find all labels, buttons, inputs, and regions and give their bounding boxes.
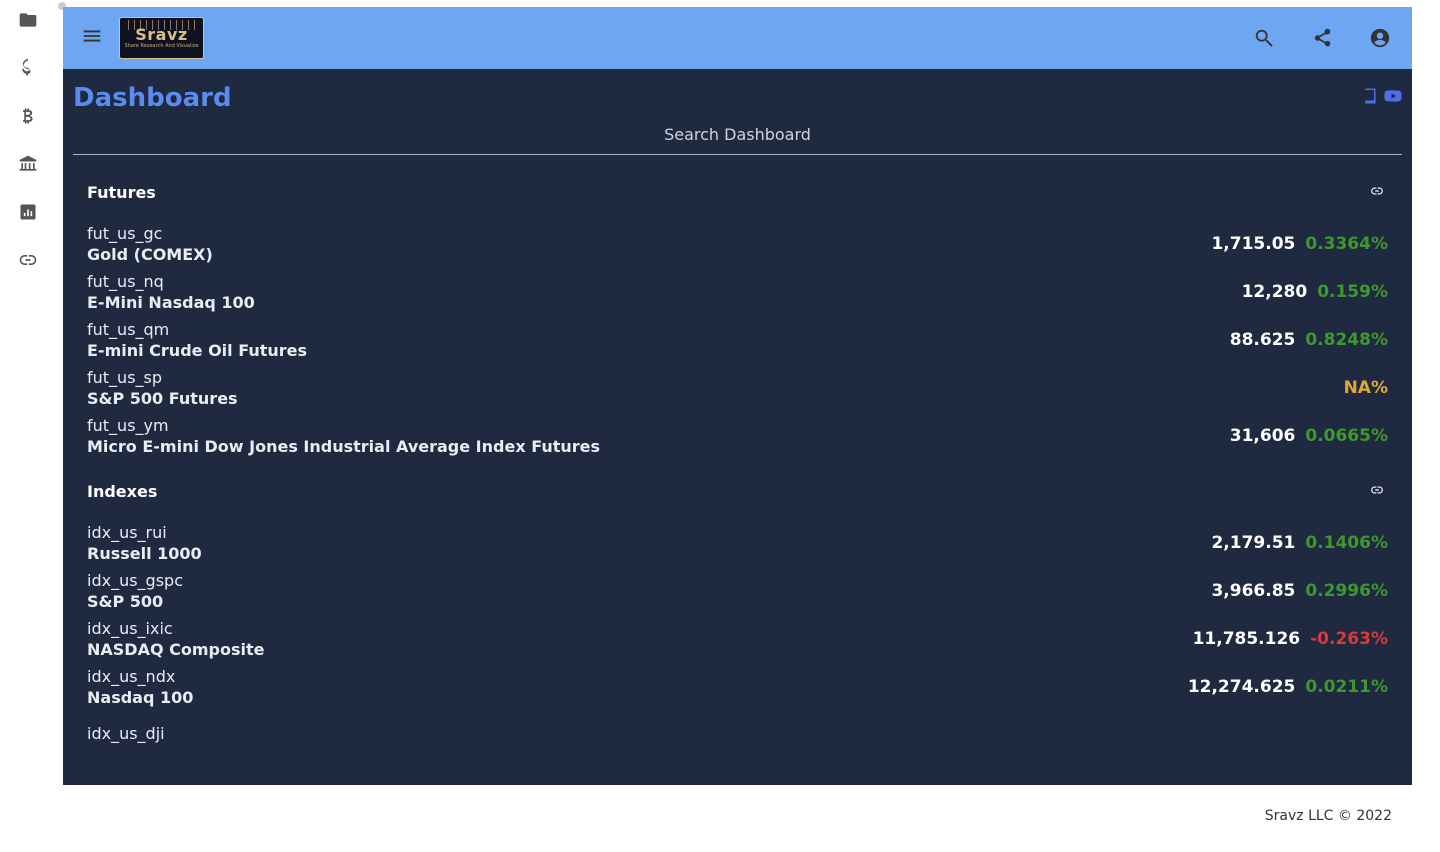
ticker-row[interactable]: fut_us_ym Micro E-mini Dow Jones Industri…: [73, 412, 1402, 460]
ticker-price: 31,606: [1230, 426, 1296, 446]
ticker-change: NA%: [1344, 378, 1388, 398]
ticker-symbol: idx_us_ndx: [87, 667, 1188, 686]
ticker-symbol: idx_us_dji: [87, 724, 1388, 743]
nav-folder[interactable]: [16, 8, 40, 32]
ticker-symbol: fut_us_gc: [87, 224, 1211, 243]
ticker-price: 1,715.05: [1211, 234, 1295, 254]
ticker-symbol: idx_us_ixic: [87, 619, 1193, 638]
ticker-desc: NASDAQ Composite: [87, 640, 1193, 659]
app-logo[interactable]: Sravz Share Research And Visualize: [119, 17, 204, 59]
ticker-price: 12,274.625: [1188, 677, 1296, 697]
link-icon: [1366, 184, 1388, 198]
share-icon: [1311, 27, 1333, 49]
futures-title: Futures: [87, 183, 156, 202]
ticker-price: 11,785.126: [1193, 629, 1301, 649]
futures-link-button[interactable]: [1366, 183, 1388, 202]
ticker-row[interactable]: idx_us_gspc S&P 5003,966.85 0.2996%: [73, 567, 1402, 615]
nav-link[interactable]: [16, 248, 40, 272]
ticker-change: 0.3364%: [1305, 234, 1388, 254]
ticker-desc: Gold (COMEX): [87, 245, 1211, 264]
ticker-desc: Micro E-mini Dow Jones Industrial Averag…: [87, 437, 1230, 456]
ticker-symbol: fut_us_qm: [87, 320, 1230, 339]
menu-button[interactable]: [81, 25, 103, 51]
futures-section: Futures fut_us_gc Gold (COMEX)1,715.05 0.3…: [73, 183, 1402, 460]
nav-bank[interactable]: [16, 152, 40, 176]
ticker-symbol: fut_us_sp: [87, 368, 1344, 387]
search-icon: [1253, 27, 1275, 49]
ticker-symbol: idx_us_gspc: [87, 571, 1211, 590]
ticker-desc: E-Mini Nasdaq 100: [87, 293, 1242, 312]
ticker-price: 12,280: [1242, 282, 1308, 302]
ticker-row[interactable]: fut_us_qm E-mini Crude Oil Futures88.625 0…: [73, 316, 1402, 364]
account-button[interactable]: [1366, 24, 1394, 52]
ticker-desc: S&P 500 Futures: [87, 389, 1344, 408]
account-circle-icon: [1369, 27, 1391, 49]
ticker-change: 0.0211%: [1305, 677, 1388, 697]
ticker-desc: Nasdaq 100: [87, 688, 1188, 707]
ticker-change: 0.2996%: [1305, 581, 1388, 601]
search-button[interactable]: [1250, 24, 1278, 52]
ticker-row[interactable]: fut_us_nq E-Mini Nasdaq 10012,280 0.159%: [73, 268, 1402, 316]
nav-analytics[interactable]: [16, 200, 40, 224]
link-icon: [18, 250, 38, 270]
youtube-link[interactable]: [1384, 87, 1402, 109]
ticker-price: 3,966.85: [1211, 581, 1295, 601]
folder-icon: [18, 10, 38, 30]
dollar-icon: [18, 58, 38, 78]
nav-currency[interactable]: [16, 56, 40, 80]
ticker-desc: Russell 1000: [87, 544, 1211, 563]
book-icon: [1362, 87, 1380, 105]
logo-text: Sravz: [135, 27, 187, 43]
ticker-change: 0.0665%: [1305, 426, 1388, 446]
ticker-price: 2,179.51: [1211, 533, 1295, 553]
top-bar: Sravz Share Research And Visualize: [63, 7, 1412, 69]
ticker-change: 0.159%: [1317, 282, 1388, 302]
ticker-change: -0.263%: [1310, 629, 1388, 649]
ticker-row[interactable]: idx_us_ixic NASDAQ Composite11,785.126 -0.…: [73, 615, 1402, 663]
search-input[interactable]: Search Dashboard: [664, 125, 811, 144]
menu-icon: [81, 25, 103, 47]
chart-box-icon: [18, 202, 38, 222]
ticker-change: 0.1406%: [1305, 533, 1388, 553]
indexes-title: Indexes: [87, 482, 157, 501]
indexes-section: Indexes idx_us_rui Russell 10002,179.51 0.…: [73, 482, 1402, 757]
ticker-price: 88.625: [1230, 330, 1296, 350]
ticker-row[interactable]: idx_us_ndx Nasdaq 10012,274.625 0.0211%: [73, 663, 1402, 711]
ticker-row[interactable]: fut_us_gc Gold (COMEX)1,715.05 0.3364%: [73, 220, 1402, 268]
ticker-symbol: fut_us_ym: [87, 416, 1230, 435]
side-nav: [0, 0, 56, 852]
logo-subtitle: Share Research And Visualize: [125, 44, 199, 49]
ticker-symbol: fut_us_nq: [87, 272, 1242, 291]
ticker-desc: E-mini Crude Oil Futures: [87, 341, 1230, 360]
ticker-row[interactable]: fut_us_sp S&P 500 FuturesNA%: [73, 364, 1402, 412]
footer-text: Sravz LLC © 2022: [1265, 808, 1392, 824]
link-icon: [1366, 483, 1388, 497]
docs-link[interactable]: [1362, 87, 1380, 109]
youtube-icon: [1384, 87, 1402, 105]
ticker-row[interactable]: idx_us_dji: [73, 711, 1402, 757]
page-title: Dashboard: [73, 83, 232, 113]
ticker-row[interactable]: idx_us_rui Russell 10002,179.51 0.1406%: [73, 519, 1402, 567]
bitcoin-icon: [18, 106, 38, 126]
nav-crypto[interactable]: [16, 104, 40, 128]
share-button[interactable]: [1308, 24, 1336, 52]
bank-icon: [18, 154, 38, 174]
indexes-link-button[interactable]: [1366, 482, 1388, 501]
ticker-change: 0.8248%: [1305, 330, 1388, 350]
ticker-desc: S&P 500: [87, 592, 1211, 611]
ticker-symbol: idx_us_rui: [87, 523, 1211, 542]
